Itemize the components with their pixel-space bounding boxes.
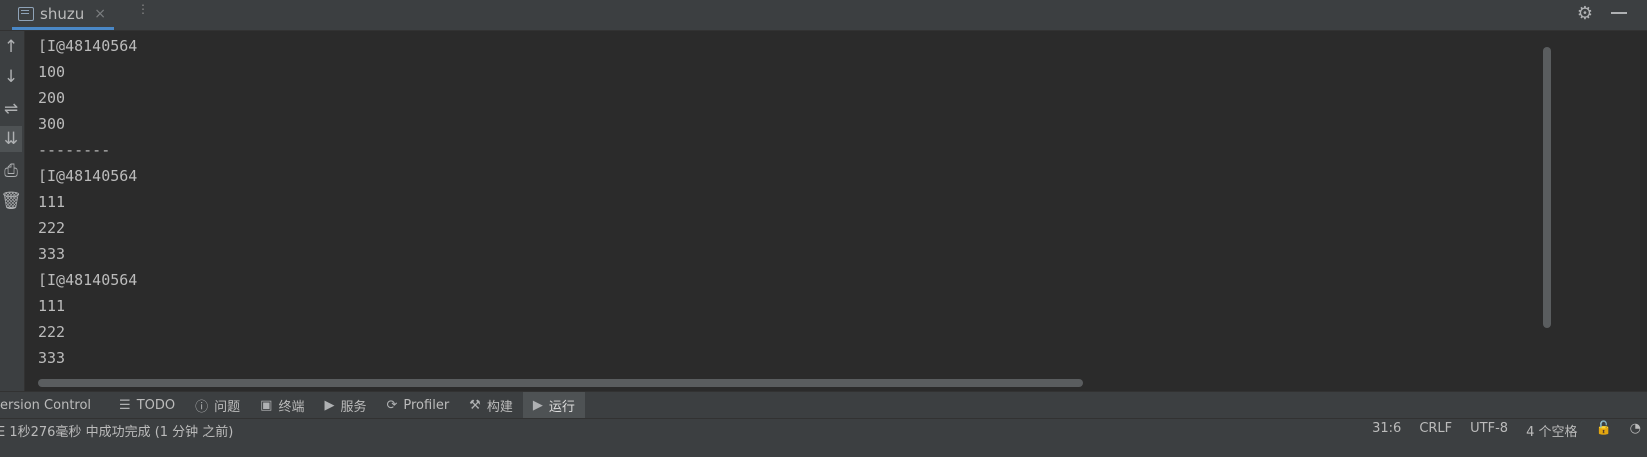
- profiler-icon: ⟳: [386, 398, 398, 413]
- status-message[interactable]: E 1秒276毫秒 中成功完成 (1 分钟 之前): [0, 421, 233, 440]
- tab-label: 终端: [278, 400, 305, 415]
- console-line: 222: [38, 323, 66, 341]
- caret-position[interactable]: 31:6: [1372, 421, 1401, 440]
- gear-icon[interactable]: ⚙: [1577, 3, 1593, 24]
- arrow-up-icon[interactable]: ↑: [0, 34, 22, 60]
- horizontal-scrollbar[interactable]: [38, 379, 1083, 387]
- inspector-icon[interactable]: ◔: [1630, 421, 1641, 440]
- console-line: 111: [38, 297, 66, 315]
- more-options-icon[interactable]: ⋮: [137, 2, 149, 16]
- indent-setting[interactable]: 4 个空格: [1526, 421, 1577, 440]
- tab-version-control[interactable]: ersion Control: [0, 392, 109, 419]
- tab-label: 问题: [214, 400, 241, 415]
- trash-icon[interactable]: 🗑: [0, 188, 22, 214]
- console-line: 111: [38, 193, 66, 211]
- lock-icon[interactable]: 🔓: [1595, 421, 1611, 440]
- console-line: 333: [38, 349, 66, 367]
- tab-title: shuzu: [40, 4, 85, 23]
- status-bar: E 1秒276毫秒 中成功完成 (1 分钟 之前) 31:6 CRLF UTF-…: [0, 418, 1647, 457]
- minimize-icon[interactable]: [1611, 12, 1627, 14]
- console-gutter: ↑ ↓ ⇌ ⇊ ⎙ 🗑: [0, 31, 25, 408]
- console-line: 333: [38, 245, 66, 263]
- tab-label: Profiler: [403, 398, 450, 413]
- play-icon: ▶: [532, 398, 543, 413]
- console-line: --------: [38, 141, 111, 159]
- console-line: [I@48140564: [38, 271, 138, 289]
- tool-windows-bar: ersion Control ☰ TODO ⓘ 问题 ▣ 终端 ▶ 服务 ⟳ P…: [0, 391, 1647, 419]
- console-line: 200: [38, 89, 66, 107]
- soft-wrap-icon[interactable]: ⇌: [0, 96, 22, 122]
- tab-problems[interactable]: ⓘ 问题: [185, 392, 250, 419]
- console-output[interactable]: [I@48140564 100 200 300 -------- [I@4814…: [25, 31, 1538, 408]
- tab-label: ersion Control: [0, 398, 92, 413]
- tab-label: 构建: [486, 400, 513, 415]
- tab-shuzu[interactable]: shuzu ×: [12, 0, 114, 30]
- console-line: 100: [38, 63, 66, 81]
- tab-profiler[interactable]: ⟳ Profiler: [376, 392, 459, 419]
- tab-run[interactable]: ▶ 运行: [522, 392, 585, 419]
- tab-todo[interactable]: ☰ TODO: [109, 392, 185, 419]
- tab-label: 服务: [340, 400, 367, 415]
- list-icon: ☰: [119, 398, 131, 413]
- scroll-to-end-icon[interactable]: ⇊: [0, 126, 22, 152]
- console-line: [I@48140564: [38, 167, 138, 185]
- tab-label: 运行: [548, 400, 575, 415]
- tab-label: TODO: [136, 398, 176, 413]
- console-line: 300: [38, 115, 66, 133]
- hammer-icon: ⚒: [469, 398, 481, 413]
- terminal-icon: ▣: [260, 398, 273, 413]
- tab-services[interactable]: ▶ 服务: [314, 392, 376, 419]
- close-icon[interactable]: ×: [94, 6, 106, 22]
- tab-terminal[interactable]: ▣ 终端: [250, 392, 314, 419]
- info-icon: ⓘ: [195, 400, 209, 415]
- console-line: [I@48140564: [38, 37, 138, 55]
- vertical-scrollbar[interactable]: [1543, 47, 1551, 328]
- line-separator[interactable]: CRLF: [1419, 421, 1452, 440]
- arrow-down-icon[interactable]: ↓: [0, 64, 22, 90]
- services-icon: ▶: [324, 398, 335, 413]
- file-encoding[interactable]: UTF-8: [1470, 421, 1508, 440]
- print-icon[interactable]: ⎙: [0, 158, 22, 184]
- run-config-icon: [18, 6, 34, 21]
- tab-build[interactable]: ⚒ 构建: [459, 392, 523, 419]
- tool-window-header: shuzu × ⋮ ⚙: [0, 0, 1647, 31]
- console-line: 222: [38, 219, 66, 237]
